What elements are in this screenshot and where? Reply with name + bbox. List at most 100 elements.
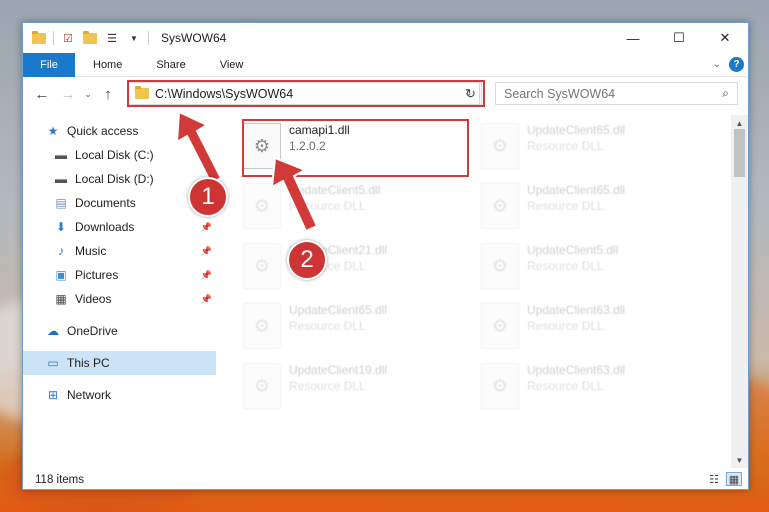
file-name: UpdateClient5.dll — [527, 243, 619, 257]
pin-icon[interactable]: 📌 — [201, 246, 212, 257]
sidebar-item-pictures[interactable]: ▣ Pictures 📌 — [23, 263, 216, 287]
forward-button[interactable]: → — [57, 83, 79, 105]
file-item[interactable]: ⚙ UpdateClient5.dll Resource DLL — [243, 179, 473, 235]
file-item[interactable]: ⚙ UpdateClient63.dll Resource DLL — [481, 359, 711, 415]
tab-share[interactable]: Share — [139, 53, 202, 77]
dll-file-icon: ⚙ — [481, 183, 519, 229]
scrollbar-thumb[interactable] — [734, 129, 745, 177]
file-name: UpdateClient65.dll — [527, 183, 626, 197]
folder-icon — [31, 30, 47, 46]
drive-icon: ▬ — [55, 172, 67, 186]
scroll-down-icon[interactable]: ▼ — [731, 452, 748, 468]
documents-icon: ▤ — [55, 196, 67, 210]
drive-icon: ▬ — [55, 148, 67, 162]
dll-file-icon: ⚙ — [481, 123, 519, 169]
view-toggle: ☷ ▦ — [706, 472, 742, 486]
sidebar-item-label: Documents — [75, 196, 136, 210]
pin-icon[interactable]: 📌 — [201, 270, 212, 281]
details-view-icon[interactable]: ☷ — [706, 472, 722, 486]
pictures-icon: ▣ — [55, 268, 67, 282]
downloads-icon: ⬇ — [55, 220, 67, 234]
quick-access-toolbar: ☑ ☰ ▼ — [23, 23, 155, 53]
file-item[interactable]: ⚙ UpdateClient5.dll Resource DLL — [481, 239, 711, 295]
ribbon-right: ⌄ ? — [713, 57, 744, 72]
vertical-scrollbar[interactable]: ▲ ▼ — [731, 115, 748, 468]
sidebar-item-quick-access[interactable]: ★ Quick access — [23, 119, 216, 143]
chevron-down-icon[interactable]: ▼ — [126, 30, 142, 46]
customize-toolbar-icon[interactable]: ☰ — [104, 30, 120, 46]
pin-icon[interactable]: 📌 — [201, 294, 212, 305]
navigation-pane: ★ Quick access ▬ Local Disk (C:) ▬ Local… — [23, 119, 216, 459]
music-icon: ♪ — [58, 244, 64, 258]
new-folder-icon[interactable] — [82, 30, 98, 46]
dll-file-icon: ⚙ — [243, 183, 281, 229]
dll-file-icon: ⚙ — [243, 363, 281, 409]
back-button[interactable]: ← — [31, 83, 53, 105]
help-icon[interactable]: ? — [729, 57, 744, 72]
expand-ribbon-icon[interactable]: ⌄ — [713, 59, 721, 70]
dll-file-icon: ⚙ — [481, 303, 519, 349]
file-type: Resource DLL — [527, 259, 604, 273]
close-button[interactable]: ✕ — [702, 23, 748, 53]
recent-locations-button[interactable]: ⌄ — [81, 83, 95, 105]
sidebar-item-label: This PC — [67, 356, 110, 370]
file-type: Resource DLL — [527, 139, 604, 153]
sidebar-item-onedrive[interactable]: ☁ OneDrive — [23, 319, 216, 343]
tab-view[interactable]: View — [203, 53, 261, 77]
network-icon: ⊞ — [47, 388, 59, 402]
status-bar: 118 items ☷ ▦ — [23, 469, 748, 491]
sidebar-item-label: Local Disk (C:) — [75, 148, 154, 162]
sidebar-item-local-disk-c[interactable]: ▬ Local Disk (C:) — [23, 143, 216, 167]
properties-icon[interactable]: ☑ — [60, 30, 76, 46]
navigation-bar: ← → ⌄ ↑ C:\Windows\SysWOW64 ⌄ ↻ ⌕ — [23, 78, 748, 110]
file-name: UpdateClient63.dll — [527, 303, 626, 317]
minimize-button[interactable]: — — [610, 23, 656, 53]
search-box[interactable]: ⌕ — [495, 82, 738, 105]
sidebar-item-label: Downloads — [75, 220, 135, 234]
file-item[interactable]: ⚙ UpdateClient65.dll Resource DLL — [243, 299, 473, 355]
sidebar-item-music[interactable]: ♪ Music 📌 — [23, 239, 216, 263]
sidebar-item-label: Videos — [75, 292, 112, 306]
sidebar-item-documents[interactable]: ▤ Documents — [23, 191, 216, 215]
star-icon: ★ — [47, 124, 59, 138]
sidebar-item-label: Music — [75, 244, 107, 258]
file-name: UpdateClient63.dll — [527, 363, 626, 377]
search-icon: ⌕ — [722, 86, 729, 100]
explorer-window: ☑ ☰ ▼ SysWOW64 — ☐ ✕ File Home Share Vie… — [22, 22, 749, 490]
sidebar-item-label: Local Disk (D:) — [75, 172, 154, 186]
file-name: UpdateClient5.dll — [289, 183, 381, 197]
tiles-view-icon[interactable]: ▦ — [726, 472, 742, 486]
window-title: SysWOW64 — [161, 31, 227, 45]
sidebar-item-downloads[interactable]: ⬇ Downloads 📌 — [23, 215, 216, 239]
step-badge-1: 1 — [188, 177, 228, 217]
sidebar-item-videos[interactable]: ▦ Videos 📌 — [23, 287, 216, 311]
tab-home[interactable]: Home — [75, 53, 139, 77]
file-item[interactable]: ⚙ UpdateClient65.dll Resource DLL — [481, 119, 711, 175]
file-item[interactable]: ⚙ UpdateClient19.dll Resource DLL — [243, 359, 473, 415]
pin-icon[interactable]: 📌 — [201, 222, 212, 233]
file-type: Resource DLL — [289, 319, 366, 333]
sidebar-item-label: OneDrive — [67, 324, 118, 338]
maximize-button[interactable]: ☐ — [656, 23, 702, 53]
sidebar-item-label: Quick access — [67, 124, 139, 138]
sidebar-item-network[interactable]: ⊞ Network — [23, 383, 216, 407]
onedrive-icon: ☁ — [47, 324, 59, 338]
file-name: UpdateClient19.dll — [289, 363, 388, 377]
search-input[interactable] — [504, 86, 704, 101]
sidebar-item-local-disk-d[interactable]: ▬ Local Disk (D:) — [23, 167, 216, 191]
tab-file[interactable]: File — [23, 52, 75, 77]
file-type: Resource DLL — [289, 199, 366, 213]
up-button[interactable]: ↑ — [97, 83, 119, 105]
file-item[interactable]: ⚙ UpdateClient65.dll Resource DLL — [481, 179, 711, 235]
sidebar-item-this-pc[interactable]: ▭ This PC — [23, 351, 216, 375]
file-item[interactable]: ⚙ UpdateClient63.dll Resource DLL — [481, 299, 711, 355]
dll-file-icon: ⚙ — [243, 243, 281, 289]
dll-file-icon: ⚙ — [481, 243, 519, 289]
sidebar-item-label: Network — [67, 388, 112, 402]
dll-file-icon: ⚙ — [243, 303, 281, 349]
toolbar-separator — [148, 31, 149, 45]
file-type: Resource DLL — [527, 319, 604, 333]
file-type: Resource DLL — [289, 379, 366, 393]
file-item[interactable]: ⚙ UpdateClient21.dll Resource DLL — [243, 239, 473, 295]
ribbon-tabs: File Home Share View ⌄ ? — [23, 52, 748, 77]
